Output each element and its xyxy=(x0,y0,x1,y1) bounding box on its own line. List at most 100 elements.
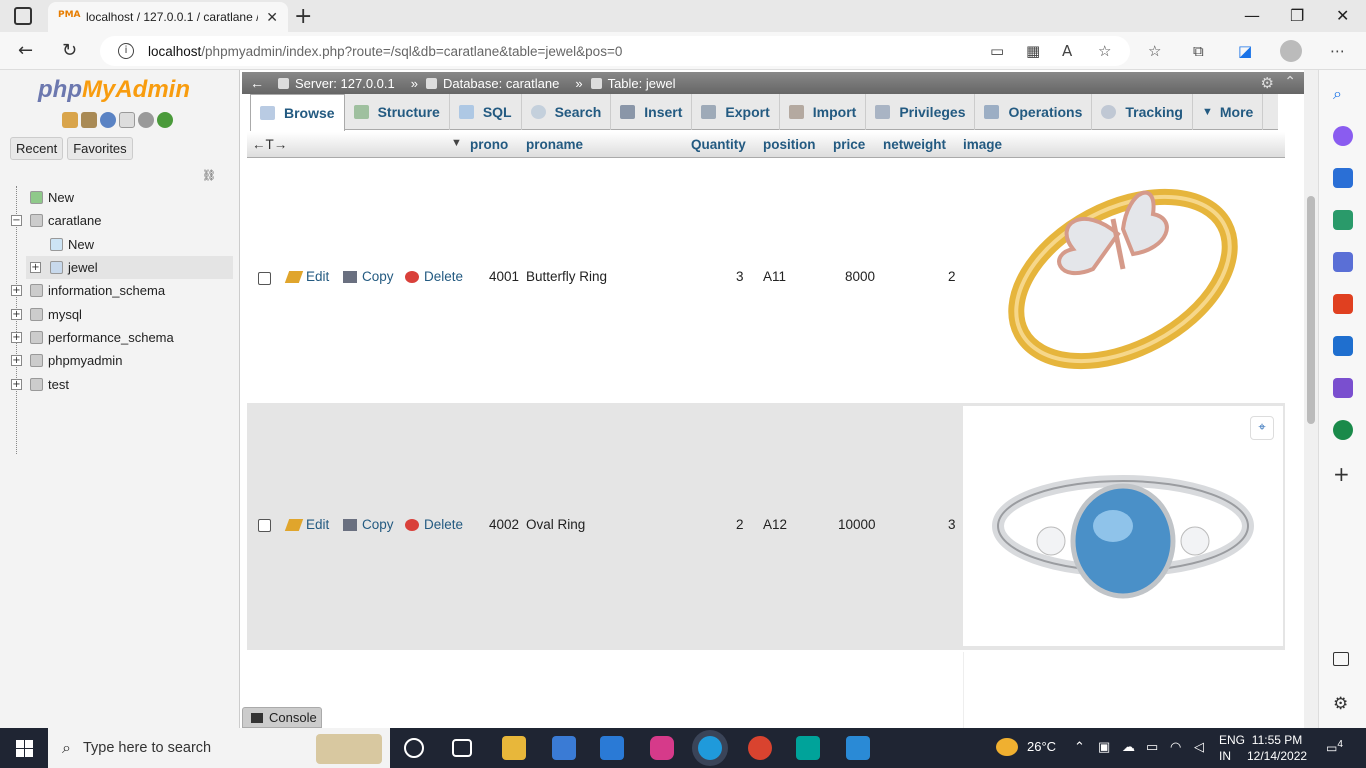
scrollbar-thumb[interactable] xyxy=(1307,196,1315,424)
tree-item-information-schema[interactable]: + information_schema xyxy=(8,279,233,302)
page-scrollbar[interactable] xyxy=(1304,70,1318,728)
help-icon[interactable] xyxy=(100,112,116,128)
tab-import[interactable]: Import xyxy=(780,94,867,130)
settings-gear-icon[interactable]: ⚙ xyxy=(1333,694,1353,714)
tab-browse[interactable]: Browse xyxy=(250,94,345,131)
row-checkbox[interactable] xyxy=(258,272,271,285)
tree-item-new-table[interactable]: New xyxy=(8,233,233,256)
column-price[interactable]: price xyxy=(833,137,865,152)
breadcrumb-table[interactable]: Table: jewel xyxy=(590,76,676,91)
volume-icon[interactable]: ◁ xyxy=(1194,739,1204,755)
breadcrumb-database[interactable]: Database: caratlane xyxy=(425,76,559,91)
outlook-icon[interactable] xyxy=(1333,336,1353,356)
copy-button[interactable]: Copy xyxy=(343,517,394,532)
expand-icon[interactable]: + xyxy=(30,262,41,274)
visual-search-icon[interactable]: ⌖ xyxy=(1250,416,1274,440)
wifi-icon[interactable]: ◠ xyxy=(1170,739,1181,755)
tab-insert[interactable]: Insert xyxy=(611,94,693,130)
edit-button[interactable]: Edit xyxy=(284,517,329,532)
delete-button[interactable]: Delete xyxy=(405,269,463,284)
windows-start-icon[interactable] xyxy=(16,740,33,757)
tab-export[interactable]: Export xyxy=(692,94,780,130)
delete-button[interactable]: Delete xyxy=(405,517,463,532)
docs-icon[interactable] xyxy=(119,112,135,128)
expand-icon[interactable]: + xyxy=(11,285,22,297)
settings-more-icon[interactable]: ⋯ xyxy=(1330,42,1345,60)
games-icon[interactable] xyxy=(1333,252,1353,272)
collapse-icon[interactable]: − xyxy=(11,215,22,227)
task-view-icon[interactable] xyxy=(452,739,472,757)
sort-dropdown-icon[interactable]: ▼ xyxy=(451,137,462,149)
tab-privileges[interactable]: Privileges xyxy=(866,94,976,130)
tray-chevron-icon[interactable]: ⌃ xyxy=(1074,739,1085,755)
edge-icon[interactable] xyxy=(698,736,722,760)
add-favorite-icon[interactable]: ☆ xyxy=(1098,42,1111,60)
instagram-icon[interactable] xyxy=(650,736,674,760)
browser-tab[interactable]: PMA localhost / 127.0.0.1 / caratlane / … xyxy=(48,2,288,32)
immersive-reader-icon[interactable]: ▭ xyxy=(990,42,1004,60)
expand-icon[interactable]: + xyxy=(11,355,22,367)
shopping-icon[interactable] xyxy=(1333,168,1353,188)
column-prono[interactable]: prono xyxy=(470,137,508,152)
temperature-label[interactable]: 26°C xyxy=(1027,739,1056,754)
tab-search[interactable]: Search xyxy=(522,94,612,130)
copy-button[interactable]: Copy xyxy=(343,269,394,284)
link-with-main-icon[interactable]: ⛓ xyxy=(202,169,216,182)
new-tab-button[interactable]: + xyxy=(294,4,312,29)
column-netweight[interactable]: netweight xyxy=(883,137,946,152)
tree-item-caratlane[interactable]: − caratlane xyxy=(8,209,233,232)
back-button[interactable]: ← xyxy=(18,40,33,61)
column-proname[interactable]: proname xyxy=(526,137,583,152)
battery-icon[interactable]: ▭ xyxy=(1146,739,1158,755)
app-available-icon[interactable]: ▦ xyxy=(1026,42,1040,60)
chrome-icon[interactable] xyxy=(748,736,772,760)
close-window-button[interactable]: ✕ xyxy=(1336,6,1349,25)
tab-actions-button[interactable] xyxy=(14,7,32,25)
tree-item-test[interactable]: + test xyxy=(8,372,233,395)
collections-icon[interactable]: ⧉ xyxy=(1193,42,1204,60)
office-icon[interactable] xyxy=(1333,294,1353,314)
console-button[interactable]: Console xyxy=(242,707,322,728)
hide-sidebar-icon[interactable] xyxy=(1333,652,1349,666)
collapse-top-icon[interactable]: ⌃ xyxy=(1284,74,1296,90)
tab-operations[interactable]: Operations xyxy=(975,94,1093,130)
onedrive-icon[interactable]: ☁ xyxy=(1122,739,1135,755)
tree-item-performance-schema[interactable]: + performance_schema xyxy=(8,326,233,349)
row-checkbox[interactable] xyxy=(258,519,271,532)
logout-icon[interactable] xyxy=(81,112,97,128)
reload-icon[interactable] xyxy=(157,112,173,128)
weather-icon[interactable] xyxy=(996,738,1018,756)
vscode-icon[interactable] xyxy=(846,736,870,760)
arduino-icon[interactable] xyxy=(796,736,820,760)
tree-icon[interactable] xyxy=(1333,420,1353,440)
copilot-icon[interactable] xyxy=(1333,126,1353,146)
tree-item-phpmyadmin[interactable]: + phpmyadmin xyxy=(8,349,233,372)
phpmyadmin-logo[interactable]: phpMyAdmin xyxy=(38,76,190,104)
browser-essentials-icon[interactable]: ◪ xyxy=(1238,42,1252,60)
expand-icon[interactable]: + xyxy=(11,378,22,390)
minimize-button[interactable]: — xyxy=(1244,6,1260,25)
column-quantity[interactable]: Quantity xyxy=(691,137,746,152)
network-device-icon[interactable]: ▣ xyxy=(1098,739,1110,755)
column-sort-arrows[interactable]: ←T→ xyxy=(252,137,287,152)
column-position[interactable]: position xyxy=(763,137,816,152)
breadcrumb-server[interactable]: Server: 127.0.0.1 xyxy=(278,76,395,91)
refresh-button[interactable]: ↻ xyxy=(62,40,77,61)
close-tab-icon[interactable]: ✕ xyxy=(266,9,278,26)
recent-tab[interactable]: Recent xyxy=(10,137,64,160)
tree-item-new[interactable]: New xyxy=(8,186,233,209)
designer-icon[interactable] xyxy=(1333,378,1353,398)
home-icon[interactable] xyxy=(62,112,78,128)
favorites-tab[interactable]: Favorites xyxy=(67,137,133,160)
file-explorer-icon[interactable] xyxy=(502,736,526,760)
profile-avatar[interactable] xyxy=(1280,40,1302,62)
taskbar-clock[interactable]: 11:55 PM 12/14/2022 xyxy=(1247,732,1307,764)
store-icon[interactable] xyxy=(552,736,576,760)
menu-toggle-icon[interactable]: ← xyxy=(250,75,264,91)
tab-sql[interactable]: SQL xyxy=(450,94,522,130)
expand-icon[interactable]: + xyxy=(11,308,22,320)
restore-button[interactable]: ❐ xyxy=(1290,6,1304,25)
expand-icon[interactable]: + xyxy=(11,331,22,343)
settings-gear-icon[interactable] xyxy=(138,112,154,128)
cortana-icon[interactable] xyxy=(404,738,424,758)
